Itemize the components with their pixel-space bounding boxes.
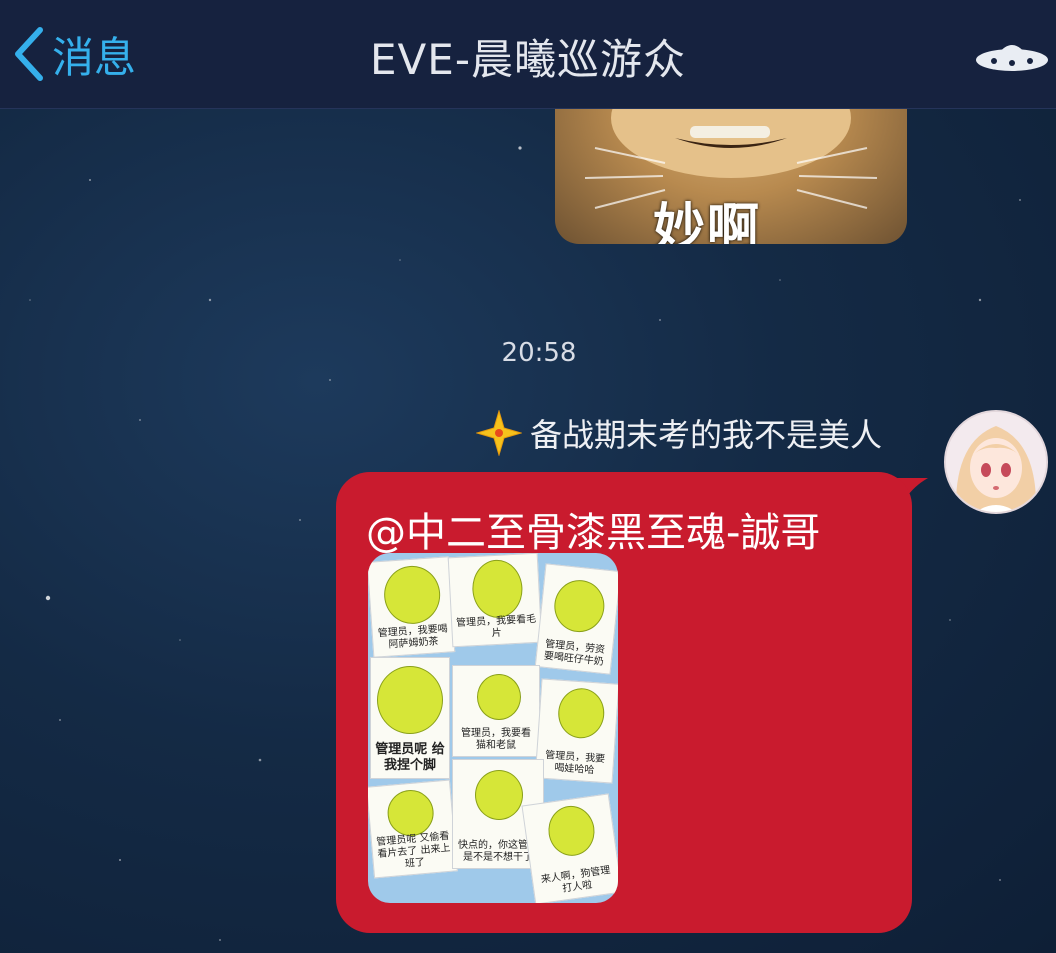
star-badge-icon bbox=[475, 410, 522, 456]
anime-girl-avatar-image bbox=[946, 412, 1046, 512]
chat-title: EVE-晨曦巡游众 bbox=[370, 35, 686, 84]
sticker-tile: 管理员，我要看毛片 bbox=[447, 553, 543, 648]
sender-name: 备战期末考的我不是美人 bbox=[529, 416, 882, 454]
previous-image-message[interactable]: 妙啊 bbox=[555, 108, 907, 244]
sticker-tile: 管理员，我要喝阿萨姆奶茶 bbox=[368, 556, 456, 658]
message-timestamp: 20:58 bbox=[501, 338, 577, 368]
sticker-tile: 管理员，我要喝娃哈哈 bbox=[534, 678, 618, 784]
sticker-tile: 来人啊，狗管理打人啦 bbox=[521, 793, 618, 903]
ufo-icon bbox=[976, 45, 1048, 71]
sender-row: 备战期末考的我不是美人 bbox=[475, 410, 882, 456]
sticker-tile: 管理员呢 给我捏个脚 bbox=[370, 657, 450, 779]
avatar[interactable] bbox=[944, 410, 1048, 514]
sticker-image[interactable]: 管理员，我要喝阿萨姆奶茶 管理员，我要看毛片 管理员，劳资要喝旺仔牛奶 管理员呢… bbox=[368, 553, 618, 903]
image-caption: 妙啊 bbox=[653, 199, 762, 244]
sticker-tile: 管理员呢 又偷看看片去了 出来上班了 bbox=[368, 779, 458, 879]
sticker-tile: 管理员，我要看猫和老鼠 bbox=[452, 665, 540, 757]
mention-text[interactable]: @中二至骨漆黑至魂-誠哥 bbox=[366, 500, 820, 558]
sticker-tile: 管理员，劳资要喝旺仔牛奶 bbox=[534, 563, 618, 675]
group-menu-button[interactable] bbox=[974, 34, 1050, 82]
chat-header: 消息 EVE-晨曦巡游众 bbox=[0, 0, 1056, 109]
